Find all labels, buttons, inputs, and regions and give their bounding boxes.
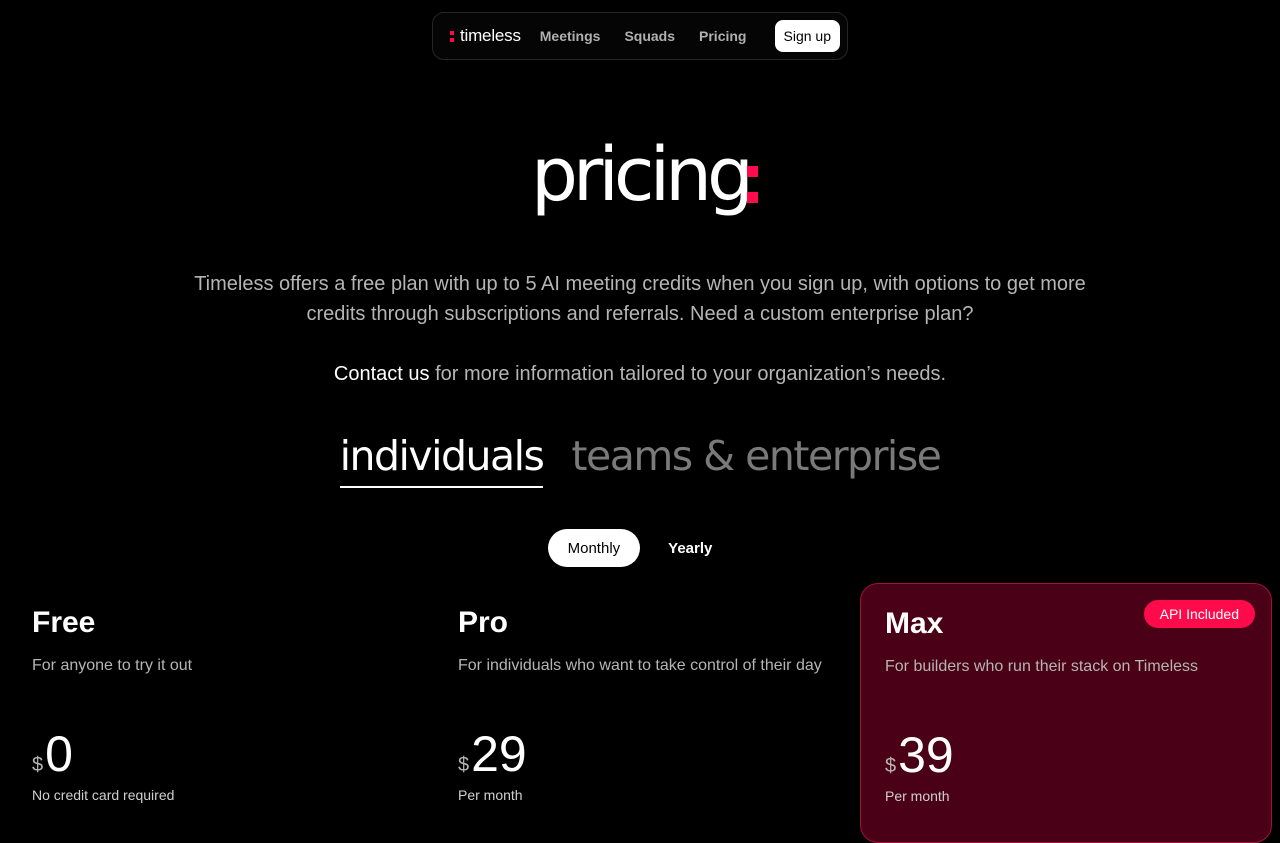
signup-button[interactable]: Sign up [774, 20, 840, 52]
monthly-button[interactable]: Monthly [547, 529, 641, 567]
currency-symbol: $ [458, 754, 470, 776]
logo-text: timeless [460, 26, 521, 45]
price-amount: 39 [898, 727, 954, 783]
page-title: pricing [530, 132, 754, 218]
contact-line: Contact us for more information tailored… [0, 359, 1280, 389]
nav-link-pricing[interactable]: Pricing [699, 28, 746, 44]
audience-tabs: individuals teams & enterprise [0, 432, 1280, 488]
plan-card-free: Free For anyone to try it out $ 0 No cre… [32, 583, 412, 803]
plan-description: For individuals who want to take control… [458, 657, 822, 674]
plan-price: $ 0 [32, 729, 73, 779]
intro-text: Timeless offers a free plan with up to 5… [194, 273, 1086, 325]
nav-link-meetings[interactable]: Meetings [540, 28, 601, 44]
price-amount: 0 [45, 726, 73, 782]
plan-name: Free [32, 606, 96, 639]
plan-price: $ 29 [458, 729, 527, 779]
billing-toggle: Monthly Yearly [0, 529, 1280, 567]
price-amount: 29 [471, 726, 527, 782]
currency-symbol: $ [32, 754, 44, 776]
plan-card-pro: Pro For individuals who want to take con… [458, 583, 838, 803]
api-included-badge: API Included [1143, 600, 1255, 628]
yearly-button[interactable]: Yearly [648, 529, 732, 567]
tab-individuals[interactable]: individuals [339, 432, 545, 488]
plan-price: $ 39 [885, 730, 954, 780]
contact-rest-text: for more information tailored to your or… [429, 363, 947, 385]
currency-symbol: $ [885, 755, 897, 777]
tab-teams-enterprise[interactable]: teams & enterprise [571, 432, 942, 488]
colon-accent-icon [747, 166, 759, 204]
top-nav: timeless Meetings Squads Pricing Sign up [432, 12, 848, 60]
contact-us-link[interactable]: Contact us [334, 363, 430, 385]
timeless-logo[interactable]: timeless [450, 26, 521, 46]
plan-name: Pro [458, 606, 509, 639]
colon-logo-icon [450, 30, 454, 43]
plan-description: For builders who run their stack on Time… [885, 658, 1199, 675]
price-note: Per month [458, 787, 523, 803]
price-note: Per month [885, 788, 950, 804]
price-note: No credit card required [32, 787, 175, 803]
nav-link-squads[interactable]: Squads [624, 28, 675, 44]
plan-card-max: API Included Max For builders who run th… [860, 583, 1272, 843]
plan-description: For anyone to try it out [32, 657, 193, 674]
